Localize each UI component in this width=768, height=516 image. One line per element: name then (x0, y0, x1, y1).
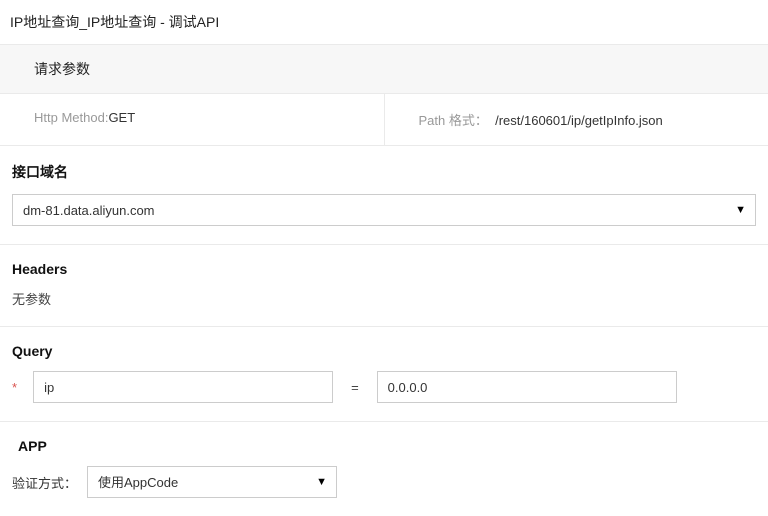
path-label: Path 格式： (419, 113, 488, 128)
app-section: APP 验证方式： 使用AppCode ▼ (0, 422, 768, 516)
http-method-cell: Http Method:GET (0, 94, 385, 145)
query-label: Query (12, 343, 756, 359)
http-method-label: Http Method: (34, 110, 108, 125)
query-value-input[interactable] (377, 371, 677, 403)
auth-row: 验证方式： 使用AppCode ▼ (12, 466, 756, 498)
auth-label: 验证方式： (12, 473, 77, 492)
method-path-row: Http Method:GET Path 格式： /rest/160601/ip… (0, 94, 768, 146)
page-title: IP地址查询_IP地址查询 - 调试API (0, 0, 768, 44)
domain-section: 接口域名 dm-81.data.aliyun.com ▼ (0, 146, 768, 245)
path-cell: Path 格式： /rest/160601/ip/getIpInfo.json (385, 94, 768, 145)
domain-label: 接口域名 (12, 162, 756, 182)
domain-select-wrap: dm-81.data.aliyun.com ▼ (12, 194, 756, 226)
request-params-header: 请求参数 (0, 44, 768, 94)
headers-section: Headers 无参数 (0, 245, 768, 327)
query-section: Query * = (0, 327, 768, 422)
query-row: * = (12, 371, 756, 403)
query-key-input[interactable] (33, 371, 333, 403)
headers-text: 无参数 (12, 289, 756, 308)
headers-label: Headers (12, 261, 756, 277)
http-method-value: GET (108, 110, 135, 125)
app-label: APP (12, 438, 756, 454)
equals-sign: = (345, 380, 365, 395)
domain-select[interactable]: dm-81.data.aliyun.com (12, 194, 756, 226)
required-indicator: * (12, 380, 21, 395)
path-value: /rest/160601/ip/getIpInfo.json (495, 113, 663, 128)
auth-select[interactable]: 使用AppCode (87, 466, 337, 498)
